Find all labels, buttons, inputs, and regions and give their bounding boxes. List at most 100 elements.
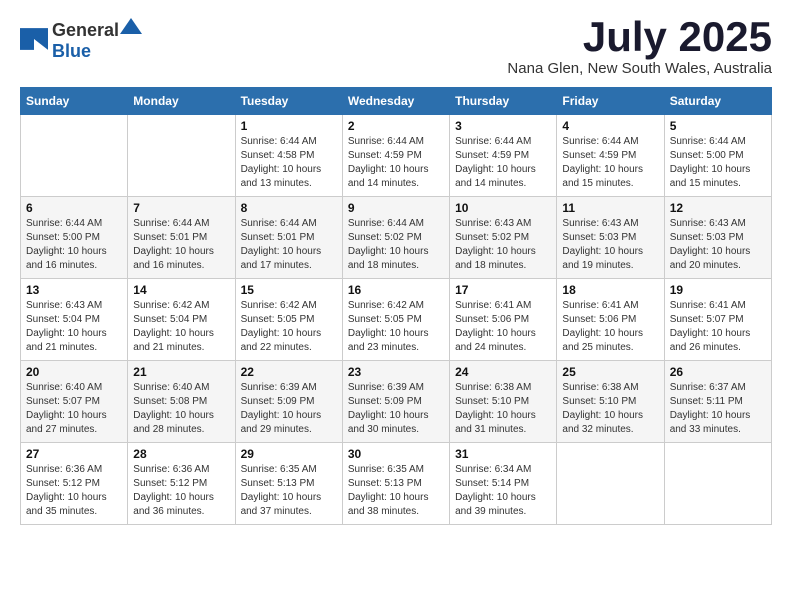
day-cell: 2 Sunrise: 6:44 AM Sunset: 4:59 PM Daylig… — [342, 115, 449, 197]
day-detail: Sunrise: 6:44 AM Sunset: 5:00 PM Dayligh… — [670, 135, 766, 191]
day-number: 16 — [348, 283, 444, 297]
header-cell-thursday: Thursday — [450, 88, 557, 115]
header-cell-tuesday: Tuesday — [235, 88, 342, 115]
day-cell: 1Sunrise: 6:44 AM Sunset: 4:58 PM Daylig… — [235, 115, 342, 197]
day-number: 27 — [26, 447, 122, 461]
day-number: 2 — [348, 119, 444, 133]
day-detail: Sunrise: 6:36 AM Sunset: 5:12 PM Dayligh… — [133, 463, 229, 519]
logo-icon — [20, 28, 48, 50]
day-detail: Sunrise: 6:44 AM Sunset: 5:01 PM Dayligh… — [241, 217, 337, 273]
day-number: 13 — [26, 283, 122, 297]
day-number: 17 — [455, 283, 551, 297]
day-number: 26 — [670, 365, 766, 379]
day-number: 20 — [26, 365, 122, 379]
day-number: 31 — [455, 447, 551, 461]
header-cell-saturday: Saturday — [664, 88, 771, 115]
day-cell — [664, 443, 771, 525]
day-detail: Sunrise: 6:44 AM Sunset: 5:00 PM Dayligh… — [26, 217, 122, 273]
day-detail: Sunrise: 6:35 AM Sunset: 5:13 PM Dayligh… — [348, 463, 444, 519]
day-cell: 12 Sunrise: 6:43 AM Sunset: 5:03 PM Dayli… — [664, 197, 771, 279]
day-cell: 6 Sunrise: 6:44 AM Sunset: 5:00 PM Daylig… — [21, 197, 128, 279]
day-number: 28 — [133, 447, 229, 461]
day-cell: 24 Sunrise: 6:38 AM Sunset: 5:10 PM Dayli… — [450, 361, 557, 443]
day-number: 18 — [562, 283, 658, 297]
day-cell: 21Sunrise: 6:40 AM Sunset: 5:08 PM Dayli… — [128, 361, 235, 443]
week-row-4: 20 Sunrise: 6:40 AM Sunset: 5:07 PM Dayli… — [21, 361, 772, 443]
day-cell: 29 Sunrise: 6:35 AM Sunset: 5:13 PM Dayli… — [235, 443, 342, 525]
header-cell-friday: Friday — [557, 88, 664, 115]
day-number: 23 — [348, 365, 444, 379]
day-cell: 5Sunrise: 6:44 AM Sunset: 5:00 PM Daylig… — [664, 115, 771, 197]
day-cell: 16 Sunrise: 6:42 AM Sunset: 5:05 PM Dayli… — [342, 279, 449, 361]
day-number: 9 — [348, 201, 444, 215]
day-detail: Sunrise: 6:44 AM Sunset: 5:01 PM Dayligh… — [133, 217, 229, 273]
day-cell: 11Sunrise: 6:43 AM Sunset: 5:03 PM Dayli… — [557, 197, 664, 279]
day-number: 3 — [455, 119, 551, 133]
day-detail: Sunrise: 6:41 AM Sunset: 5:06 PM Dayligh… — [455, 299, 551, 355]
day-cell — [557, 443, 664, 525]
day-cell: 3 Sunrise: 6:44 AM Sunset: 4:59 PM Daylig… — [450, 115, 557, 197]
logo-blue: Blue — [52, 41, 91, 61]
day-detail: Sunrise: 6:44 AM Sunset: 4:59 PM Dayligh… — [455, 135, 551, 191]
day-number: 25 — [562, 365, 658, 379]
day-cell — [21, 115, 128, 197]
day-number: 15 — [241, 283, 337, 297]
day-detail: Sunrise: 6:40 AM Sunset: 5:07 PM Dayligh… — [26, 381, 122, 437]
day-number: 24 — [455, 365, 551, 379]
logo: General Blue — [20, 16, 143, 62]
logo-triangle-icon — [120, 16, 142, 36]
day-detail: Sunrise: 6:41 AM Sunset: 5:07 PM Dayligh… — [670, 299, 766, 355]
day-cell — [128, 115, 235, 197]
day-detail: Sunrise: 6:39 AM Sunset: 5:09 PM Dayligh… — [348, 381, 444, 437]
day-number: 29 — [241, 447, 337, 461]
day-cell: 8Sunrise: 6:44 AM Sunset: 5:01 PM Daylig… — [235, 197, 342, 279]
month-title: July 2025 — [507, 16, 772, 58]
day-cell: 10 Sunrise: 6:43 AM Sunset: 5:02 PM Dayli… — [450, 197, 557, 279]
day-number: 10 — [455, 201, 551, 215]
week-row-3: 13 Sunrise: 6:43 AM Sunset: 5:04 PM Dayli… — [21, 279, 772, 361]
day-detail: Sunrise: 6:42 AM Sunset: 5:05 PM Dayligh… — [241, 299, 337, 355]
day-cell: 30 Sunrise: 6:35 AM Sunset: 5:13 PM Dayli… — [342, 443, 449, 525]
day-number: 6 — [26, 201, 122, 215]
header: General Blue July 2025 Nana Glen, New So… — [20, 16, 772, 77]
day-cell: 7Sunrise: 6:44 AM Sunset: 5:01 PM Daylig… — [128, 197, 235, 279]
header-cell-sunday: Sunday — [21, 88, 128, 115]
day-cell: 17 Sunrise: 6:41 AM Sunset: 5:06 PM Dayli… — [450, 279, 557, 361]
day-cell: 13 Sunrise: 6:43 AM Sunset: 5:04 PM Dayli… — [21, 279, 128, 361]
day-detail: Sunrise: 6:34 AM Sunset: 5:14 PM Dayligh… — [455, 463, 551, 519]
day-detail: Sunrise: 6:43 AM Sunset: 5:03 PM Dayligh… — [670, 217, 766, 273]
day-cell: 26Sunrise: 6:37 AM Sunset: 5:11 PM Dayli… — [664, 361, 771, 443]
day-detail: Sunrise: 6:36 AM Sunset: 5:12 PM Dayligh… — [26, 463, 122, 519]
day-cell: 23 Sunrise: 6:39 AM Sunset: 5:09 PM Dayli… — [342, 361, 449, 443]
day-detail: Sunrise: 6:35 AM Sunset: 5:13 PM Dayligh… — [241, 463, 337, 519]
day-number: 11 — [562, 201, 658, 215]
day-detail: Sunrise: 6:44 AM Sunset: 4:58 PM Dayligh… — [241, 135, 337, 191]
calendar-body: 1Sunrise: 6:44 AM Sunset: 4:58 PM Daylig… — [21, 115, 772, 525]
day-detail: Sunrise: 6:41 AM Sunset: 5:06 PM Dayligh… — [562, 299, 658, 355]
title-area: July 2025 Nana Glen, New South Wales, Au… — [507, 16, 772, 77]
day-number: 30 — [348, 447, 444, 461]
day-detail: Sunrise: 6:38 AM Sunset: 5:10 PM Dayligh… — [562, 381, 658, 437]
day-number: 12 — [670, 201, 766, 215]
day-detail: Sunrise: 6:44 AM Sunset: 4:59 PM Dayligh… — [348, 135, 444, 191]
day-detail: Sunrise: 6:42 AM Sunset: 5:05 PM Dayligh… — [348, 299, 444, 355]
day-detail: Sunrise: 6:43 AM Sunset: 5:04 PM Dayligh… — [26, 299, 122, 355]
day-detail: Sunrise: 6:40 AM Sunset: 5:08 PM Dayligh… — [133, 381, 229, 437]
day-detail: Sunrise: 6:42 AM Sunset: 5:04 PM Dayligh… — [133, 299, 229, 355]
day-cell: 25 Sunrise: 6:38 AM Sunset: 5:10 PM Dayli… — [557, 361, 664, 443]
day-cell: 22Sunrise: 6:39 AM Sunset: 5:09 PM Dayli… — [235, 361, 342, 443]
header-cell-wednesday: Wednesday — [342, 88, 449, 115]
day-number: 4 — [562, 119, 658, 133]
day-detail: Sunrise: 6:43 AM Sunset: 5:02 PM Dayligh… — [455, 217, 551, 273]
day-detail: Sunrise: 6:38 AM Sunset: 5:10 PM Dayligh… — [455, 381, 551, 437]
header-row: SundayMondayTuesdayWednesdayThursdayFrid… — [21, 88, 772, 115]
header-cell-monday: Monday — [128, 88, 235, 115]
location-title: Nana Glen, New South Wales, Australia — [507, 60, 772, 77]
day-cell: 27 Sunrise: 6:36 AM Sunset: 5:12 PM Dayli… — [21, 443, 128, 525]
calendar-header: SundayMondayTuesdayWednesdayThursdayFrid… — [21, 88, 772, 115]
day-cell: 4Sunrise: 6:44 AM Sunset: 4:59 PM Daylig… — [557, 115, 664, 197]
day-cell: 31 Sunrise: 6:34 AM Sunset: 5:14 PM Dayli… — [450, 443, 557, 525]
week-row-1: 1Sunrise: 6:44 AM Sunset: 4:58 PM Daylig… — [21, 115, 772, 197]
day-cell: 19Sunrise: 6:41 AM Sunset: 5:07 PM Dayli… — [664, 279, 771, 361]
day-cell: 20 Sunrise: 6:40 AM Sunset: 5:07 PM Dayli… — [21, 361, 128, 443]
